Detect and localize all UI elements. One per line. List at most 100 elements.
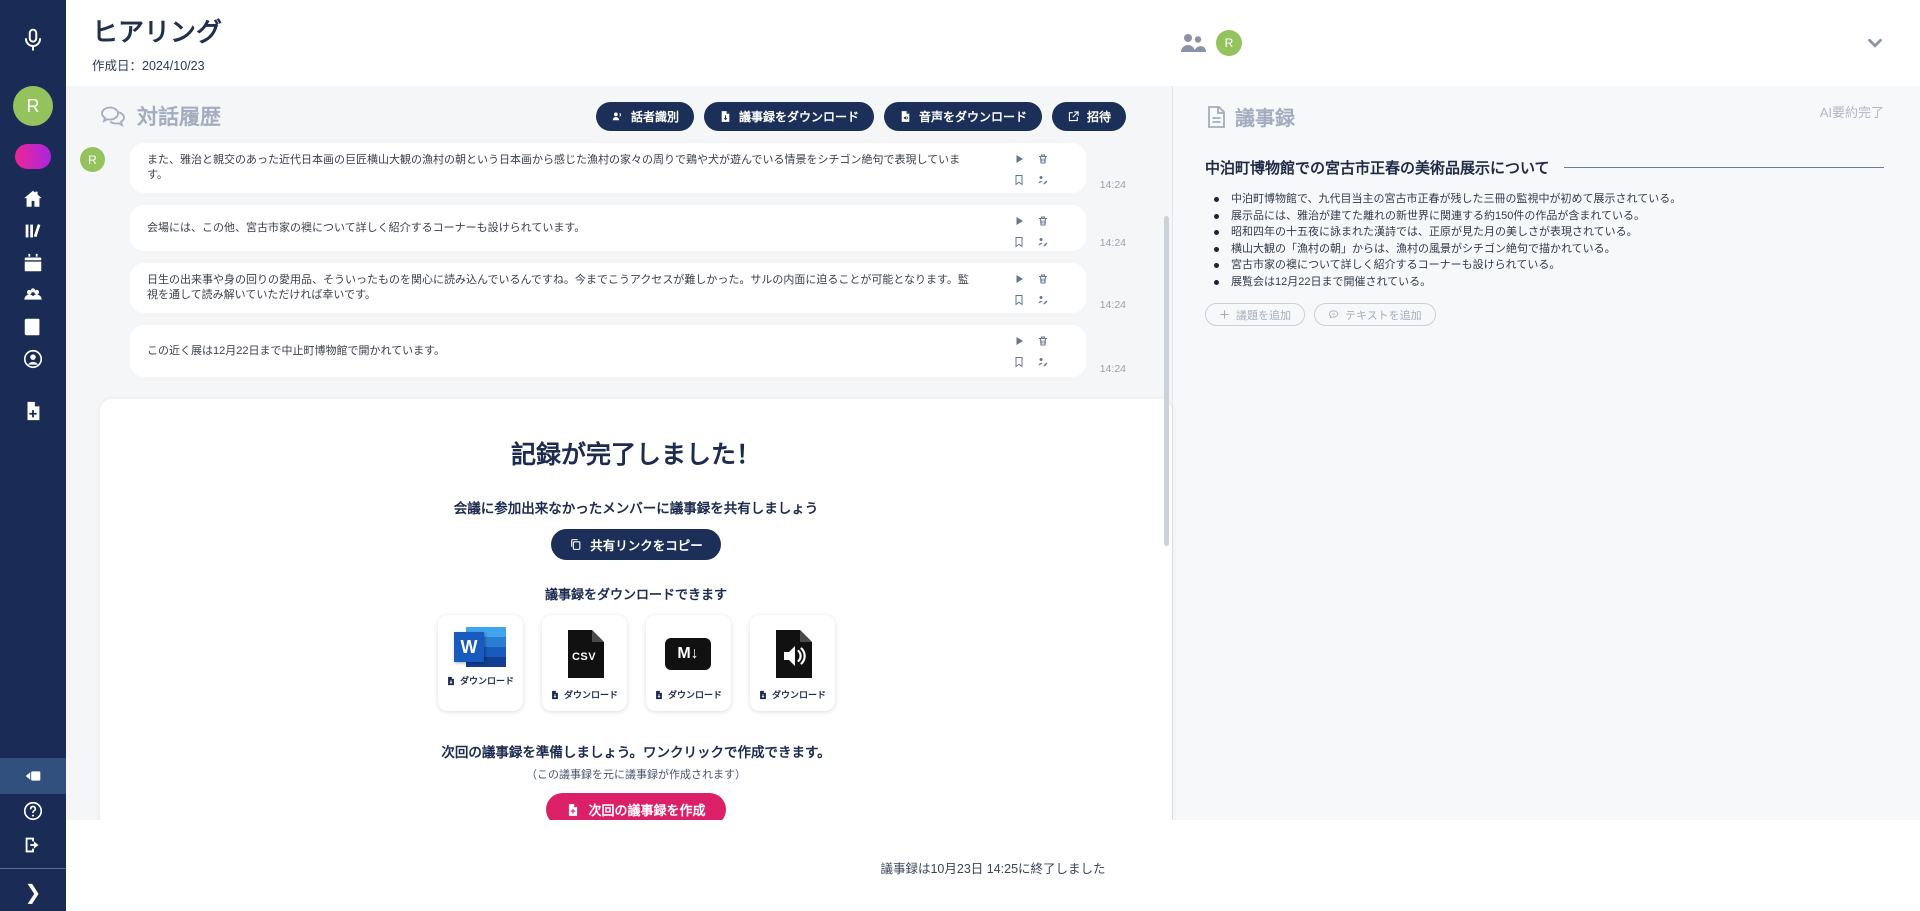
csv-file-icon: CSV <box>564 625 604 683</box>
bookmark-icon[interactable] <box>1012 235 1026 249</box>
dialogue-title: 対話履歴 <box>137 101 221 131</box>
comment-icon <box>1328 309 1339 320</box>
participants-icon[interactable] <box>1178 30 1208 56</box>
delete-icon[interactable] <box>1036 334 1050 348</box>
play-icon[interactable] <box>1012 334 1026 348</box>
download-icon <box>550 690 560 700</box>
minutes-pane: 議事録 AI要約完了 中泊町博物館での宮古市正春の美術品展示について 中泊町博物… <box>1173 86 1920 820</box>
download-markdown-tile[interactable]: M↓ ダウンロード <box>646 615 731 711</box>
delete-icon[interactable] <box>1036 214 1050 228</box>
microphone-icon[interactable] <box>0 20 66 60</box>
home-icon[interactable] <box>0 183 66 215</box>
bookmark-icon[interactable] <box>1012 173 1026 187</box>
speaker-identify-button[interactable]: 話者識別 <box>596 102 694 131</box>
minutes-topic-title: 中泊町博物館での宮古市正春の美術品展示について <box>1205 157 1550 178</box>
edit-speaker-icon[interactable] <box>1036 173 1050 187</box>
message-timestamp: 14:24 <box>1086 363 1126 377</box>
footer: 議事録は10月23日 14:25に終了しました <box>66 820 1920 911</box>
message-list: R また、雅治と親交のあった近代日本画の巨匠横山大観の漁村の朝という日本画から感… <box>80 143 1126 377</box>
message-row: 日生の出来事や身の回りの愛用品、そういったものを関心に読み込んでいるんですね。今… <box>80 263 1126 313</box>
scrollbar-thumb[interactable] <box>1164 216 1169 546</box>
download-csv-tile[interactable]: CSV ダウンロード <box>542 615 627 711</box>
collapse-header-chevron-icon[interactable] <box>1864 32 1886 54</box>
topbar-right: R <box>1178 30 1886 56</box>
message-bubble[interactable]: この近く展は12月22日まで中止町博物館で開かれています。 <box>130 325 1086 377</box>
next-minutes-note: （この議事録を元に議事録が作成されます） <box>100 766 1172 782</box>
next-minutes-hint: 次回の議事録を準備しましょう。ワンクリックで作成できます。 <box>100 741 1172 761</box>
copy-share-link-button[interactable]: 共有リンクをコピー <box>551 529 721 560</box>
sidebar-nav <box>0 183 66 427</box>
dialogue-toolbar: 話者識別 議事録をダウンロード 音声をダウンロード 招待 <box>596 102 1126 131</box>
delete-icon[interactable] <box>1036 272 1050 286</box>
minutes-document-icon <box>1205 105 1227 129</box>
speaker-avatar[interactable]: R <box>80 147 105 172</box>
bullet-item: 展覧会は12月22日まで開催されている。 <box>1205 274 1884 291</box>
message-actions <box>1012 334 1050 369</box>
markdown-file-icon: M↓ <box>665 625 711 683</box>
invite-button[interactable]: 招待 <box>1052 102 1126 131</box>
add-text-chip[interactable]: テキストを追加 <box>1314 303 1436 326</box>
minutes-topic-row: 中泊町博物館での宮古市正春の美術品展示について <box>1205 157 1884 178</box>
minutes-bullet-list: 中泊町博物館で、九代目当主の宮古市正春が残した三冊の監視中が初めて展示されている… <box>1205 191 1884 290</box>
edit-speaker-icon[interactable] <box>1036 293 1050 307</box>
file-download-icon <box>719 110 732 123</box>
message-text: 日生の出来事や身の回りの愛用品、そういったものを関心に読み込んでいるんですね。今… <box>147 273 974 303</box>
completion-card: 記録が完了しました！ 会議に参加出来なかったメンバーに議事録を共有しましょう 共… <box>100 399 1172 854</box>
share-hint: 会議に参加出来なかったメンバーに議事録を共有しましょう <box>100 497 1172 517</box>
new-file-icon <box>566 803 580 817</box>
meeting-info: ヒアリング 作成日：2024/10/23 <box>92 12 222 74</box>
add-topic-chip[interactable]: 議題を追加 <box>1205 303 1305 326</box>
download-word-tile[interactable]: W ダウンロード <box>438 615 523 711</box>
expand-sidebar-chevron-icon[interactable]: ❯ <box>0 873 66 911</box>
message-bubble[interactable]: また、雅治と親交のあった近代日本画の巨匠横山大観の漁村の朝という日本画から感じた… <box>130 143 1086 193</box>
dialogue-header: 対話履歴 話者識別 議事録をダウンロード 音声をダウンロード 招待 <box>100 98 1126 134</box>
calendar-icon[interactable] <box>0 247 66 279</box>
download-audio-tile[interactable]: ダウンロード <box>750 615 835 711</box>
bullet-item: 宮古市家の襖について詳しく紹介するコーナーも設けられている。 <box>1205 257 1884 274</box>
user-avatar[interactable]: R <box>1216 30 1242 56</box>
footer-status: 議事録は10月23日 14:25に終了しました <box>880 858 1105 911</box>
bullet-item: 展示品には、雅治が建てた離れの新世界に関連する約150件の作品が含まれている。 <box>1205 208 1884 225</box>
help-icon[interactable] <box>0 794 66 828</box>
message-actions <box>1012 272 1050 307</box>
message-bubble[interactable]: 会場には、この他、宮古市家の襖について詳しく紹介するコーナーも設けられています。 <box>130 205 1086 251</box>
bullet-item: 中泊町博物館で、九代目当主の宮古市正春が残した三冊の監視中が初めて展示されている… <box>1205 191 1884 208</box>
minutes-actions: 議題を追加 テキストを追加 <box>1205 303 1884 326</box>
delete-icon[interactable] <box>1036 152 1050 166</box>
word-file-icon: W <box>454 625 506 669</box>
message-text: 会場には、この他、宮古市家の襖について詳しく紹介するコーナーも設けられています。 <box>147 221 585 236</box>
audio-file-icon <box>772 625 812 683</box>
notebook-icon[interactable] <box>0 311 66 343</box>
message-bubble[interactable]: 日生の出来事や身の回りの愛用品、そういったものを関心に読み込んでいるんですね。今… <box>130 263 1086 313</box>
play-icon[interactable] <box>1012 152 1026 166</box>
video-recording-icon[interactable] <box>0 758 66 794</box>
team-icon[interactable] <box>0 279 66 311</box>
download-icon <box>654 690 664 700</box>
sidebar-user-avatar[interactable]: R <box>13 86 53 126</box>
library-icon[interactable] <box>0 215 66 247</box>
edit-speaker-icon[interactable] <box>1036 235 1050 249</box>
message-text: この近く展は12月22日まで中止町博物館で開かれています。 <box>147 344 445 359</box>
speaker-icon <box>611 110 624 123</box>
edit-speaker-icon[interactable] <box>1036 355 1050 369</box>
plus-icon <box>1219 309 1230 320</box>
chat-history-icon <box>100 104 127 128</box>
audio-file-icon <box>899 110 912 123</box>
message-row: R また、雅治と親交のあった近代日本画の巨匠横山大観の漁村の朝という日本画から感… <box>80 143 1126 193</box>
download-minutes-button[interactable]: 議事録をダウンロード <box>704 102 874 131</box>
play-icon[interactable] <box>1012 214 1026 228</box>
new-file-icon[interactable] <box>0 395 66 427</box>
account-icon[interactable] <box>0 343 66 375</box>
dialogue-pane: 対話履歴 話者識別 議事録をダウンロード 音声をダウンロード 招待 <box>66 86 1172 820</box>
message-timestamp: 14:24 <box>1086 179 1126 193</box>
dialogue-title-group: 対話履歴 <box>100 101 221 131</box>
sidebar: R ❯ <box>0 0 66 911</box>
bookmark-icon[interactable] <box>1012 293 1026 307</box>
message-actions <box>1012 214 1050 249</box>
download-audio-button[interactable]: 音声をダウンロード <box>884 102 1042 131</box>
logout-icon[interactable] <box>0 828 66 862</box>
bookmark-icon[interactable] <box>1012 355 1026 369</box>
completion-title: 記録が完了しました！ <box>100 435 1172 471</box>
play-icon[interactable] <box>1012 272 1026 286</box>
recording-status-pill[interactable] <box>15 144 51 169</box>
